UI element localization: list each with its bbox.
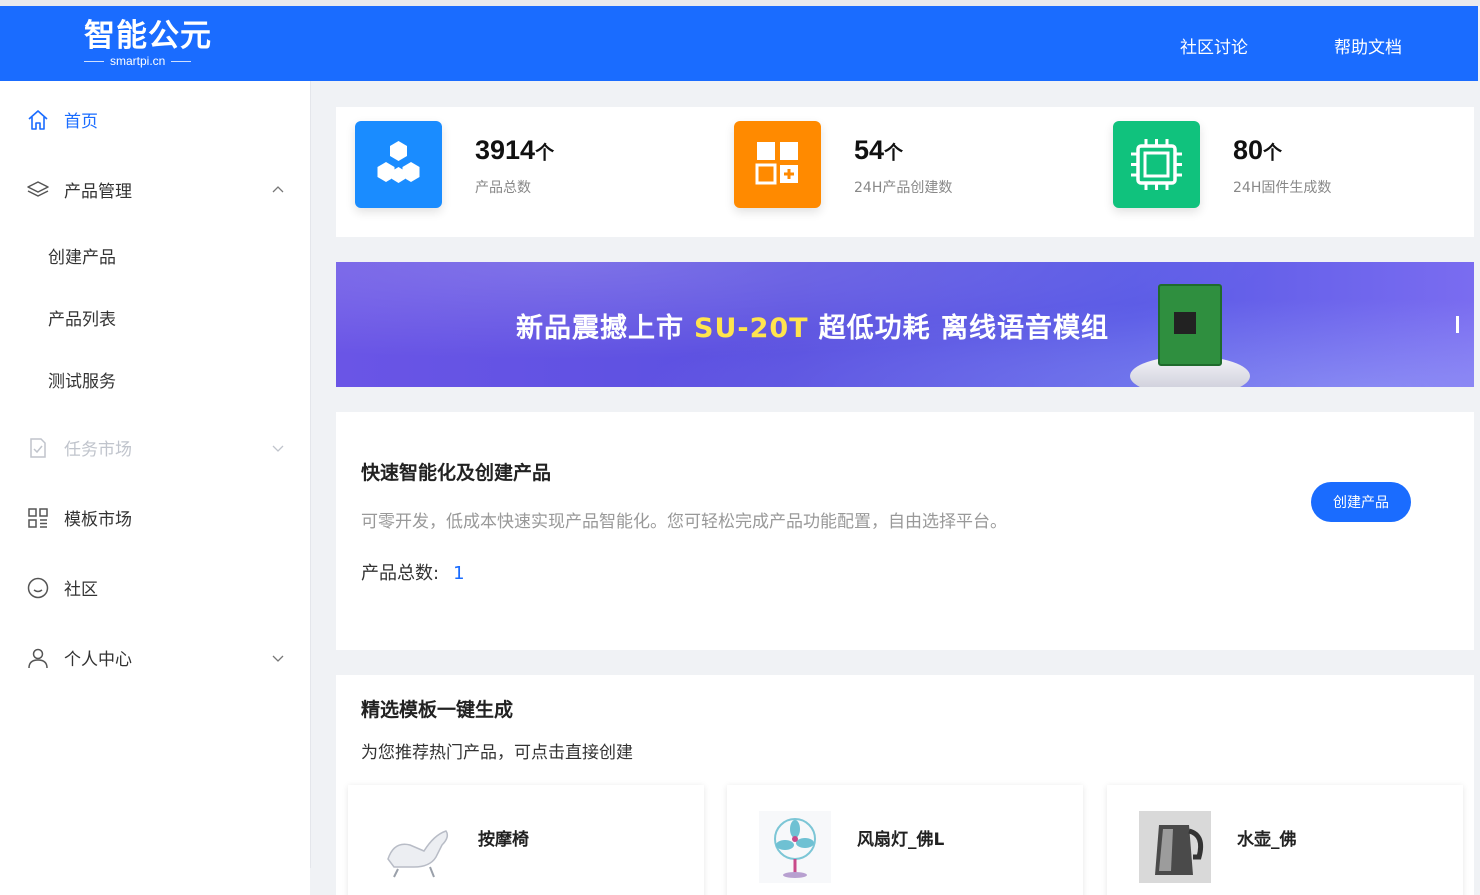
sidebar-item-task-market[interactable]: 任务市场 xyxy=(0,427,310,467)
create-product-button[interactable]: 创建产品 xyxy=(1311,482,1411,522)
chevron-up-icon xyxy=(272,186,284,193)
massage-chair-image xyxy=(387,830,449,878)
chevron-down-icon xyxy=(272,445,284,452)
templates-panel: 精选模板一键生成 为您推荐热门产品，可点击直接创建 按摩椅 风扇灯_佛L 水壶_ xyxy=(336,675,1474,895)
banner-headline: 新品震撼上市 SU-20T 超低功耗 离线语音模组 xyxy=(516,313,1109,344)
banner-module-image xyxy=(1158,284,1222,366)
quick-create-panel: 快速智能化及创建产品 可零开发，低成本快速实现产品智能化。您可轻松完成产品功能配… xyxy=(336,412,1474,650)
kettle-image xyxy=(1139,811,1211,883)
sidebar-subitem-label: 创建产品 xyxy=(48,248,116,268)
stat-value: 80个 xyxy=(1233,135,1283,165)
template-card-fan-light[interactable]: 风扇灯_佛L xyxy=(727,785,1083,895)
sidebar-item-label: 产品管理 xyxy=(64,181,132,202)
template-name: 风扇灯_佛L xyxy=(857,830,945,850)
sidebar-item-label: 任务市场 xyxy=(64,439,132,460)
task-doc-icon xyxy=(30,438,46,458)
logo[interactable]: 智能公元 smartpi.cn xyxy=(84,20,216,72)
cubes-icon xyxy=(355,121,442,208)
sidebar-item-label: 模板市场 xyxy=(64,509,132,530)
stat-label: 24H产品创建数 xyxy=(854,180,953,196)
banner-indicator[interactable] xyxy=(1456,316,1459,333)
banner-chip-image xyxy=(1174,312,1196,334)
template-card-massage-chair[interactable]: 按摩椅 xyxy=(348,785,704,895)
sidebar-item-label: 首页 xyxy=(64,111,98,132)
sidebar-subitem-test-service[interactable]: 测试服务 xyxy=(0,358,310,398)
sidebar-item-personal-center[interactable]: 个人中心 xyxy=(0,637,310,677)
logo-domain: smartpi.cn xyxy=(110,54,166,68)
logo-text: 智能公元 xyxy=(84,18,212,54)
stat-24h-products: 54个 24H产品创建数 xyxy=(734,121,1094,211)
stat-label: 产品总数 xyxy=(475,180,531,196)
stat-label: 24H固件生成数 xyxy=(1233,180,1332,196)
quick-description: 可零开发，低成本快速实现产品智能化。您可轻松完成产品功能配置，自由选择平台。 xyxy=(361,512,1007,532)
nav-help-docs[interactable]: 帮助文档 xyxy=(1334,33,1402,58)
promo-banner[interactable]: 新品震撼上市 SU-20T 超低功耗 离线语音模组 xyxy=(336,262,1474,387)
sidebar-item-home[interactable]: 首页 xyxy=(0,99,310,139)
user-icon xyxy=(28,648,48,669)
sidebar-item-label: 社区 xyxy=(64,579,98,600)
template-name: 按摩椅 xyxy=(478,830,529,850)
sidebar-subitem-label: 测试服务 xyxy=(48,372,116,392)
sidebar-item-template-market[interactable]: 模板市场 xyxy=(0,497,310,537)
fan-light-image xyxy=(759,811,831,883)
sidebar-subitem-create-product[interactable]: 创建产品 xyxy=(0,234,310,274)
smile-icon xyxy=(27,577,49,599)
home-icon xyxy=(28,110,48,130)
grid-icon xyxy=(28,508,48,528)
header: 智能公元 smartpi.cn 社区讨论 帮助文档 xyxy=(0,6,1478,81)
stat-24h-firmware: 80个 24H固件生成数 xyxy=(1113,121,1473,211)
product-count-value: 1 xyxy=(453,563,465,584)
stat-value: 3914个 xyxy=(475,135,555,165)
sidebar-item-label: 个人中心 xyxy=(64,649,132,670)
template-name: 水壶_佛 xyxy=(1237,830,1297,850)
templates-subtitle: 为您推荐热门产品，可点击直接创建 xyxy=(361,743,633,763)
stat-value: 54个 xyxy=(854,135,904,165)
quick-title: 快速智能化及创建产品 xyxy=(361,462,552,484)
logo-rule-left xyxy=(84,60,104,62)
product-count-label: 产品总数: xyxy=(361,563,440,584)
sidebar-subitem-label: 产品列表 xyxy=(48,310,116,330)
templates-title: 精选模板一键生成 xyxy=(361,699,514,721)
logo-rule-right xyxy=(171,60,192,62)
add-grid-icon xyxy=(734,121,821,208)
sidebar-bottom-fill xyxy=(0,868,310,895)
logo-domain-row: smartpi.cn xyxy=(84,54,216,68)
product-count: 产品总数: 1 xyxy=(361,559,465,585)
stat-total-products: 3914个 产品总数 xyxy=(355,121,715,211)
chip-icon xyxy=(1113,121,1200,208)
template-card-kettle[interactable]: 水壶_佛 xyxy=(1107,785,1463,895)
sidebar-item-product-mgmt[interactable]: 产品管理 xyxy=(0,169,310,209)
stats-panel: 3914个 产品总数 54个 24H产品创建数 80个 24H固件生成数 xyxy=(336,107,1474,237)
sidebar-item-community[interactable]: 社区 xyxy=(0,567,310,607)
chevron-down-icon xyxy=(272,655,284,662)
nav-community-discussion[interactable]: 社区讨论 xyxy=(1180,33,1248,58)
layers-icon xyxy=(27,181,49,197)
sidebar: 首页 产品管理 创建产品 产品列表 测试服务 任务市场 模板市场 社区 个人中心 xyxy=(0,81,311,868)
sidebar-subitem-product-list[interactable]: 产品列表 xyxy=(0,296,310,336)
